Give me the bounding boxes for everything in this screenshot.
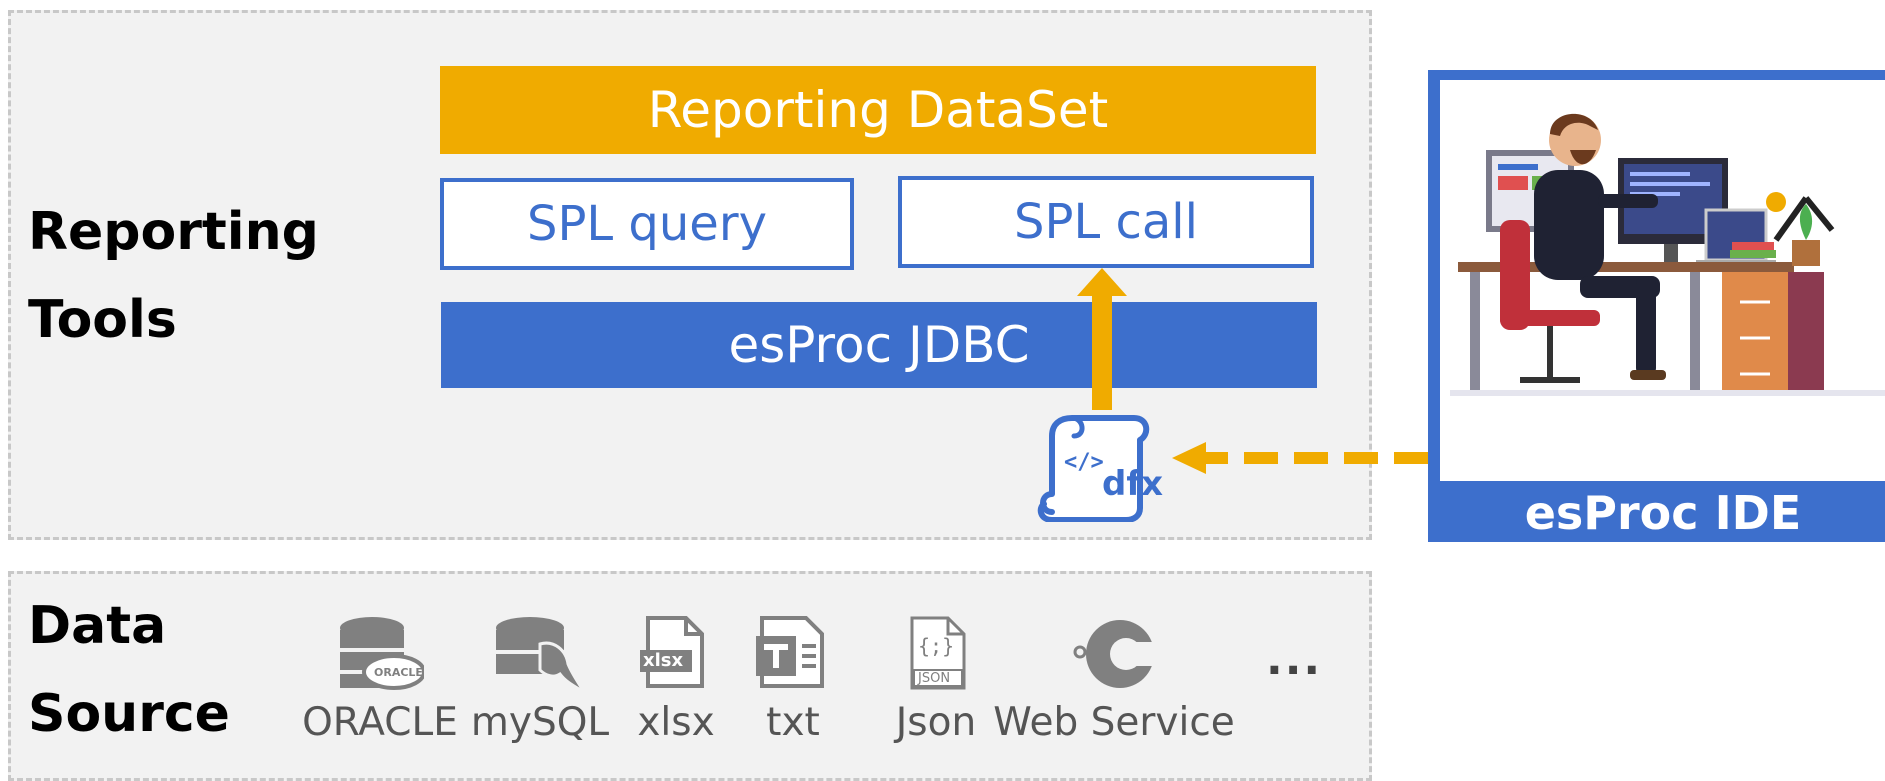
txt-file-icon	[756, 616, 826, 694]
oracle-database-icon: ORACLE	[338, 616, 426, 702]
ide-illustration-frame	[1440, 80, 1885, 481]
ds-label-web-service: Web Service	[993, 700, 1235, 745]
xlsx-file-icon: xlsx	[640, 616, 706, 694]
developer-at-desk-illustration	[1450, 113, 1885, 396]
xlsx-icon-text: xlsx	[643, 650, 684, 671]
dfx-label: dfx	[1102, 464, 1164, 504]
data-source-label-line1: Data	[28, 596, 167, 656]
ds-label-xlsx: xlsx	[637, 700, 715, 745]
mysql-database-icon	[494, 616, 586, 702]
ds-label-oracle: ORACLE	[302, 700, 458, 745]
esproc-ide-label: esProc IDE	[1524, 486, 1802, 540]
data-source-label: Data Source	[28, 582, 230, 758]
ds-label-mysql: mySQL	[470, 700, 610, 745]
dashed-arrow-left	[1172, 442, 1428, 474]
ds-label-json: Json	[895, 700, 977, 745]
esproc-ide-panel: esProc IDE	[1428, 70, 1885, 542]
oracle-logo-text: ORACLE	[374, 666, 423, 679]
data-source-label-line2: Source	[28, 684, 230, 744]
dfx-file-icon: </> dfx	[1030, 412, 1170, 523]
web-service-icon	[1072, 614, 1164, 698]
more-indicator: ...	[1266, 634, 1323, 685]
ds-label-txt: txt	[766, 700, 820, 745]
json-icon-text: JSON	[918, 671, 951, 686]
json-icon-glyph: {;}	[918, 634, 955, 658]
json-file-icon: {;} JSON	[908, 616, 968, 696]
up-arrow	[1077, 268, 1127, 410]
dfx-code-glyph: </>	[1064, 450, 1104, 475]
